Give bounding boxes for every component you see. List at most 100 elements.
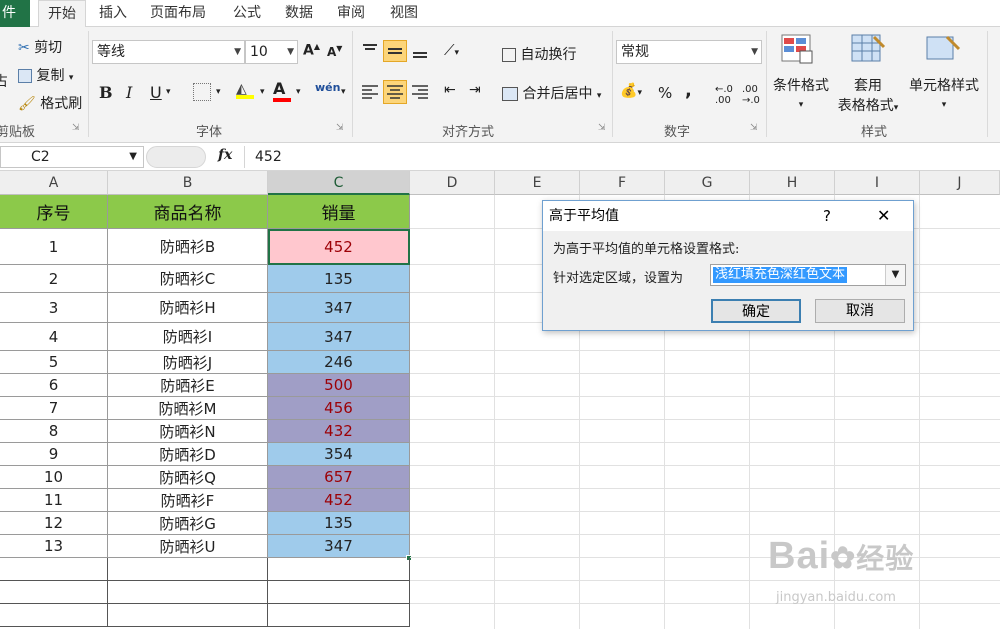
align-top-icon[interactable] [360, 41, 380, 61]
header-cell-a[interactable]: 序号 [0, 195, 108, 229]
cell-c[interactable]: 246 [268, 351, 410, 374]
align-center-icon[interactable] [383, 80, 407, 104]
ok-button[interactable]: 确定 [711, 299, 801, 323]
header-cell-c[interactable]: 销量 [268, 195, 410, 229]
tab-home[interactable]: 开始 [38, 0, 86, 28]
empty-cell[interactable] [108, 604, 268, 627]
increase-decimal-icon[interactable]: ←.0.00 [715, 84, 733, 106]
column-header-f[interactable]: F [580, 171, 665, 195]
conditional-format-button[interactable]: 条件格式 ▾ [770, 75, 832, 111]
column-header-g[interactable]: G [665, 171, 750, 195]
empty-cell[interactable] [268, 604, 410, 627]
chevron-down-icon[interactable]: ▾ [296, 87, 301, 97]
cell-a[interactable]: 8 [0, 420, 108, 443]
tab-page-layout[interactable]: 页面布局 [141, 0, 215, 27]
empty-cell[interactable] [0, 604, 108, 627]
column-header-c[interactable]: C [268, 171, 410, 195]
decrease-decimal-icon[interactable]: .00 →.0 [742, 84, 760, 106]
column-header-b[interactable]: B [108, 171, 268, 195]
cell-a[interactable]: 13 [0, 535, 108, 558]
cell-c[interactable]: 452 [268, 229, 410, 265]
cell-b[interactable]: 防晒衫J [108, 351, 268, 374]
cell-c[interactable]: 135 [268, 512, 410, 535]
paste-button[interactable]: 占 [0, 71, 8, 91]
tab-file[interactable]: 件 [0, 0, 30, 27]
cell-b[interactable]: 防晒衫E [108, 374, 268, 397]
cell-a[interactable]: 4 [0, 323, 108, 351]
border-icon[interactable] [193, 83, 211, 101]
cell-b[interactable]: 防晒衫F [108, 489, 268, 512]
font-size-select[interactable]: 10 ▼ [245, 40, 298, 64]
cell-a[interactable]: 1 [0, 229, 108, 265]
currency-icon[interactable]: 💰▾ [620, 83, 642, 99]
cell-a[interactable]: 2 [0, 265, 108, 293]
cell-c[interactable]: 456 [268, 397, 410, 420]
cell-b[interactable]: 防晒衫G [108, 512, 268, 535]
italic-button[interactable]: I [126, 83, 132, 102]
cell-a[interactable]: 7 [0, 397, 108, 420]
tab-formulas[interactable]: 公式 [224, 0, 270, 27]
decrease-indent-icon[interactable]: ⇤ [444, 82, 456, 98]
cell-b[interactable]: 防晒衫D [108, 443, 268, 466]
bold-button[interactable]: B [99, 83, 113, 102]
column-header-a[interactable]: A [0, 171, 108, 195]
empty-cell[interactable] [108, 558, 268, 581]
chevron-down-icon[interactable]: ▾ [216, 87, 221, 97]
cell-a[interactable]: 12 [0, 512, 108, 535]
align-bottom-icon[interactable] [410, 41, 430, 61]
column-header-e[interactable]: E [495, 171, 580, 195]
format-select[interactable]: 浅红填充色深红色文本 ▼ [710, 264, 906, 286]
decrease-font-icon[interactable]: A▼ [327, 44, 342, 59]
cell-a[interactable]: 11 [0, 489, 108, 512]
merge-center-button[interactable]: 合并后居中 ▾ [502, 83, 601, 103]
column-header-d[interactable]: D [410, 171, 495, 195]
cell-styles-button[interactable]: 单元格样式 ▾ [906, 75, 982, 111]
header-cell-b[interactable]: 商品名称 [108, 195, 268, 229]
insert-function-button[interactable]: fx [218, 147, 232, 163]
cell-c[interactable]: 347 [268, 293, 410, 323]
number-format-select[interactable]: 常规 ▼ [616, 40, 762, 64]
formula-input[interactable]: 452 [244, 146, 1000, 168]
cancel-button[interactable]: 取消 [815, 299, 905, 323]
cell-b[interactable]: 防晒衫M [108, 397, 268, 420]
tab-insert[interactable]: 插入 [90, 0, 136, 27]
wrap-text-button[interactable]: 自动换行 [502, 44, 576, 64]
cell-b[interactable]: 防晒衫C [108, 265, 268, 293]
cell-a[interactable]: 6 [0, 374, 108, 397]
increase-font-icon[interactable]: A▲ [303, 42, 320, 59]
cell-b[interactable]: 防晒衫N [108, 420, 268, 443]
orientation-icon[interactable]: ⟋▾ [444, 41, 459, 59]
chevron-down-icon[interactable]: ▾ [341, 87, 346, 97]
dialog-launcher-icon[interactable]: ⇲ [750, 123, 758, 133]
empty-cell[interactable] [268, 581, 410, 604]
cell-c[interactable]: 657 [268, 466, 410, 489]
tab-data[interactable]: 数据 [276, 0, 322, 27]
chevron-down-icon[interactable]: ▾ [260, 87, 265, 97]
cell-b[interactable]: 防晒衫B [108, 229, 268, 265]
font-color-button[interactable]: A [273, 79, 291, 102]
chevron-down-icon[interactable]: ▼ [885, 265, 905, 285]
cell-c[interactable]: 135 [268, 265, 410, 293]
cell-b[interactable]: 防晒衫U [108, 535, 268, 558]
font-name-select[interactable]: 等线 ▼ [92, 40, 245, 64]
cell-a[interactable]: 10 [0, 466, 108, 489]
phonetic-guide-icon[interactable]: wén [315, 81, 340, 94]
cut-button[interactable]: ✂ 剪切 [18, 37, 62, 57]
name-box[interactable]: C2 ▼ [0, 146, 144, 168]
percent-button[interactable]: % [658, 84, 672, 102]
cell-c[interactable]: 347 [268, 323, 410, 351]
empty-cell[interactable] [0, 558, 108, 581]
column-header-h[interactable]: H [750, 171, 835, 195]
tab-review[interactable]: 审阅 [328, 0, 374, 27]
align-middle-icon[interactable] [383, 40, 407, 62]
cell-c[interactable]: 432 [268, 420, 410, 443]
cell-c[interactable]: 500 [268, 374, 410, 397]
cell-c[interactable]: 347 [268, 535, 410, 558]
format-as-table-button[interactable]: 套用 表格格式▾ [834, 75, 902, 115]
cell-c[interactable]: 354 [268, 443, 410, 466]
cell-b[interactable]: 防晒衫H [108, 293, 268, 323]
align-right-icon[interactable] [410, 82, 430, 102]
close-icon[interactable]: ✕ [877, 201, 890, 231]
tab-view[interactable]: 视图 [381, 0, 427, 27]
dialog-launcher-icon[interactable]: ⇲ [72, 123, 80, 133]
